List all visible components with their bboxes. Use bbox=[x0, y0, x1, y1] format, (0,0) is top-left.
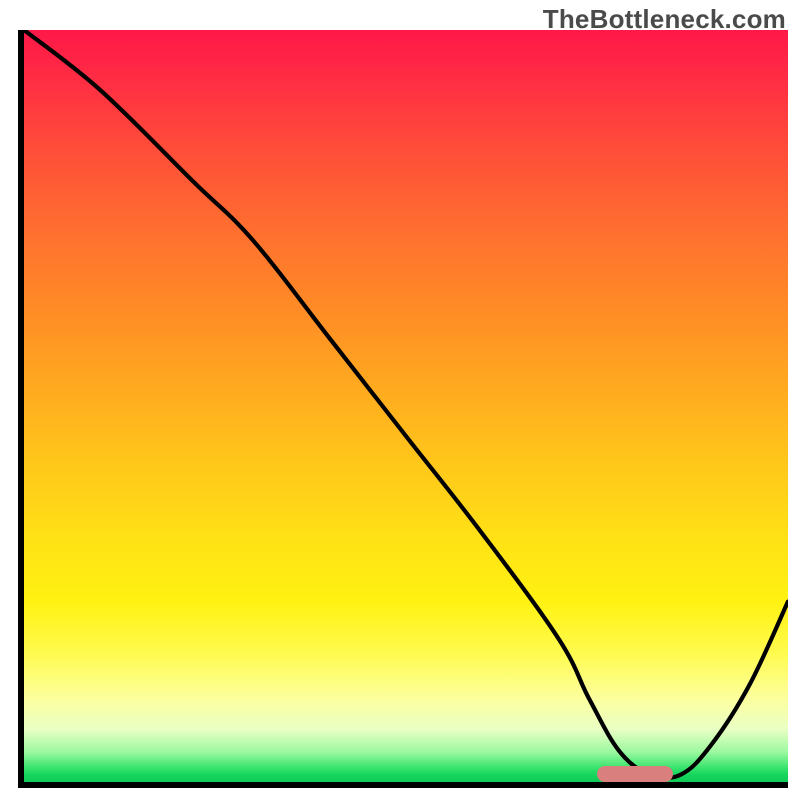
optimal-range-marker bbox=[597, 766, 673, 782]
chart-frame: TheBottleneck.com bbox=[0, 0, 800, 800]
plot-axes bbox=[18, 30, 788, 788]
bottleneck-curve bbox=[24, 30, 788, 782]
watermark-text: TheBottleneck.com bbox=[543, 4, 786, 35]
